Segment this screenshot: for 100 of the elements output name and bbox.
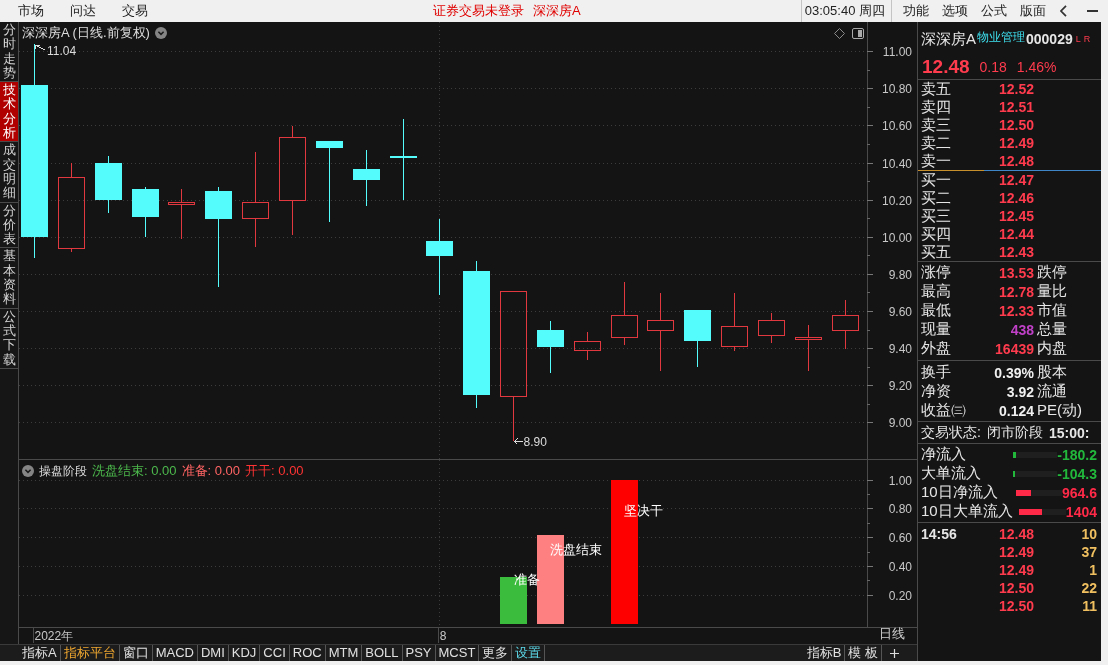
top-menu-item[interactable]: 版面: [1020, 2, 1046, 20]
sidebar-tab[interactable]: 基本资料: [0, 248, 18, 309]
tick-price: 12.49: [997, 562, 1034, 578]
candle: [831, 299, 859, 350]
indicator-tab[interactable]: DMI: [197, 645, 229, 661]
stat-label: PE(动): [1037, 401, 1082, 420]
stock-name: 深深房A: [533, 2, 581, 20]
order-price: 12.43: [997, 244, 1034, 260]
indicator-tab[interactable]: ROC: [289, 645, 326, 661]
axis-label: 10.40: [881, 156, 912, 171]
stat-label: 外盘: [921, 339, 952, 358]
candle: [610, 281, 638, 346]
indicator-tab[interactable]: 窗口: [119, 645, 153, 661]
order-price: 12.52: [997, 81, 1034, 97]
candle: [94, 155, 122, 214]
price-change: 0.18: [979, 58, 1007, 75]
axis-label: 9.20: [888, 379, 912, 394]
order-price: 12.48: [997, 153, 1034, 169]
sidebar-tab[interactable]: 技术分析: [0, 82, 18, 143]
candle: [684, 309, 712, 368]
industry-label: 物业管理: [977, 29, 1025, 46]
tick-volume: 10: [1081, 526, 1098, 542]
indicator-tab[interactable]: 模 板: [845, 645, 882, 661]
stat-label: 现量: [921, 320, 952, 339]
chevron-left-icon[interactable]: [1060, 5, 1067, 17]
top-menu-item[interactable]: 交易: [122, 2, 148, 20]
order-price: 12.50: [997, 117, 1034, 133]
sidebar-tab[interactable]: 分价表: [0, 202, 18, 249]
indicator-tab[interactable]: MTM: [325, 645, 363, 661]
stat-label: 换手: [921, 363, 952, 382]
top-menu-item[interactable]: 市场: [18, 2, 44, 20]
top-menu-item[interactable]: 公式: [981, 2, 1007, 20]
order-price: 12.49: [997, 135, 1034, 151]
indicator-tab[interactable]: CCI: [260, 645, 290, 661]
indicator-tab[interactable]: 指标A: [19, 645, 61, 661]
status-value: 闭市阶段: [986, 423, 1043, 442]
dropdown-icon[interactable]: [22, 465, 34, 477]
order-price: 12.51: [997, 99, 1034, 115]
tick-time: 14:56: [921, 526, 958, 542]
legend-item: 洗盘结束: 0.00: [92, 462, 177, 480]
order-label: 买五: [921, 242, 952, 262]
order-label: 卖一: [921, 151, 952, 171]
flag-label: R: [1083, 34, 1091, 44]
stat-value: 13.53: [997, 264, 1034, 281]
panel-icon[interactable]: [852, 28, 864, 39]
stat-value: 438: [1009, 321, 1034, 338]
axis-label: 9.40: [888, 342, 912, 357]
order-label: 买一: [921, 170, 952, 190]
flow-label: 10日净流入: [921, 483, 999, 502]
dropdown-icon[interactable]: [154, 27, 167, 39]
indicator-title: 操盘阶段: [39, 462, 87, 480]
order-label: 卖二: [921, 133, 952, 153]
order-price: 12.44: [997, 226, 1034, 242]
period-label[interactable]: 日线: [879, 625, 905, 643]
stat-label: 内盘: [1037, 339, 1067, 358]
stat-label: 总量: [1037, 320, 1067, 339]
top-menu-item[interactable]: 问达: [70, 2, 96, 20]
order-price: 12.45: [997, 208, 1034, 224]
order-label: 买四: [921, 224, 952, 244]
change-percent: 1.46%: [1016, 58, 1057, 75]
sidebar-tab[interactable]: 成交明细: [0, 142, 18, 203]
indicator-tab[interactable]: PSY: [402, 645, 436, 661]
stock-name: 深深房A: [921, 29, 976, 49]
order-label: 卖四: [921, 97, 952, 117]
stat-label: 量比: [1037, 282, 1067, 301]
indicator-tab[interactable]: 指标B: [803, 645, 846, 661]
stat-value: 16439: [994, 340, 1034, 357]
login-status: 证券交易未登录: [433, 2, 524, 20]
indicator-tab[interactable]: 更多: [479, 645, 513, 661]
flow-label: 10日大单流入: [921, 502, 1014, 521]
diamond-icon[interactable]: [834, 28, 845, 39]
indicator-tab[interactable]: BOLL: [362, 645, 403, 661]
stat-label: 股本: [1037, 363, 1067, 382]
indicator-tab[interactable]: 指标平台: [60, 645, 120, 661]
legend-item: 开干: 0.00: [245, 462, 304, 480]
top-menu-item[interactable]: 功能: [903, 2, 929, 20]
axis-label: 10.00: [881, 230, 912, 245]
stat-value: 3.92: [1005, 383, 1034, 400]
candle: [721, 292, 749, 351]
stat-label: 市值: [1037, 301, 1067, 320]
indicator-tab[interactable]: 设置: [512, 645, 546, 661]
arrow-icon: [514, 437, 524, 445]
add-icon[interactable]: [890, 648, 899, 658]
indicator-tab[interactable]: KDJ: [228, 645, 261, 661]
axis-label: 10.80: [881, 82, 912, 97]
tick-volume: 22: [1081, 580, 1098, 596]
axis-label: 9.60: [888, 305, 912, 320]
flow-value: 964.6: [1061, 484, 1098, 501]
low-price-label: 8.90: [523, 434, 547, 449]
top-menu-item[interactable]: 选项: [942, 2, 968, 20]
order-label: 卖三: [921, 115, 952, 135]
flow-value: 1404: [1065, 503, 1098, 520]
tick-volume: 11: [1082, 598, 1098, 614]
stat-value: 0.124: [997, 402, 1034, 419]
candle: [794, 324, 822, 372]
sidebar-tab[interactable]: 公式下载: [0, 308, 18, 369]
indicator-tab[interactable]: MACD: [152, 645, 198, 661]
flow-label: 净流入: [921, 445, 967, 464]
indicator-tab[interactable]: MCST: [435, 645, 480, 661]
stat-label: 净资: [921, 382, 952, 401]
